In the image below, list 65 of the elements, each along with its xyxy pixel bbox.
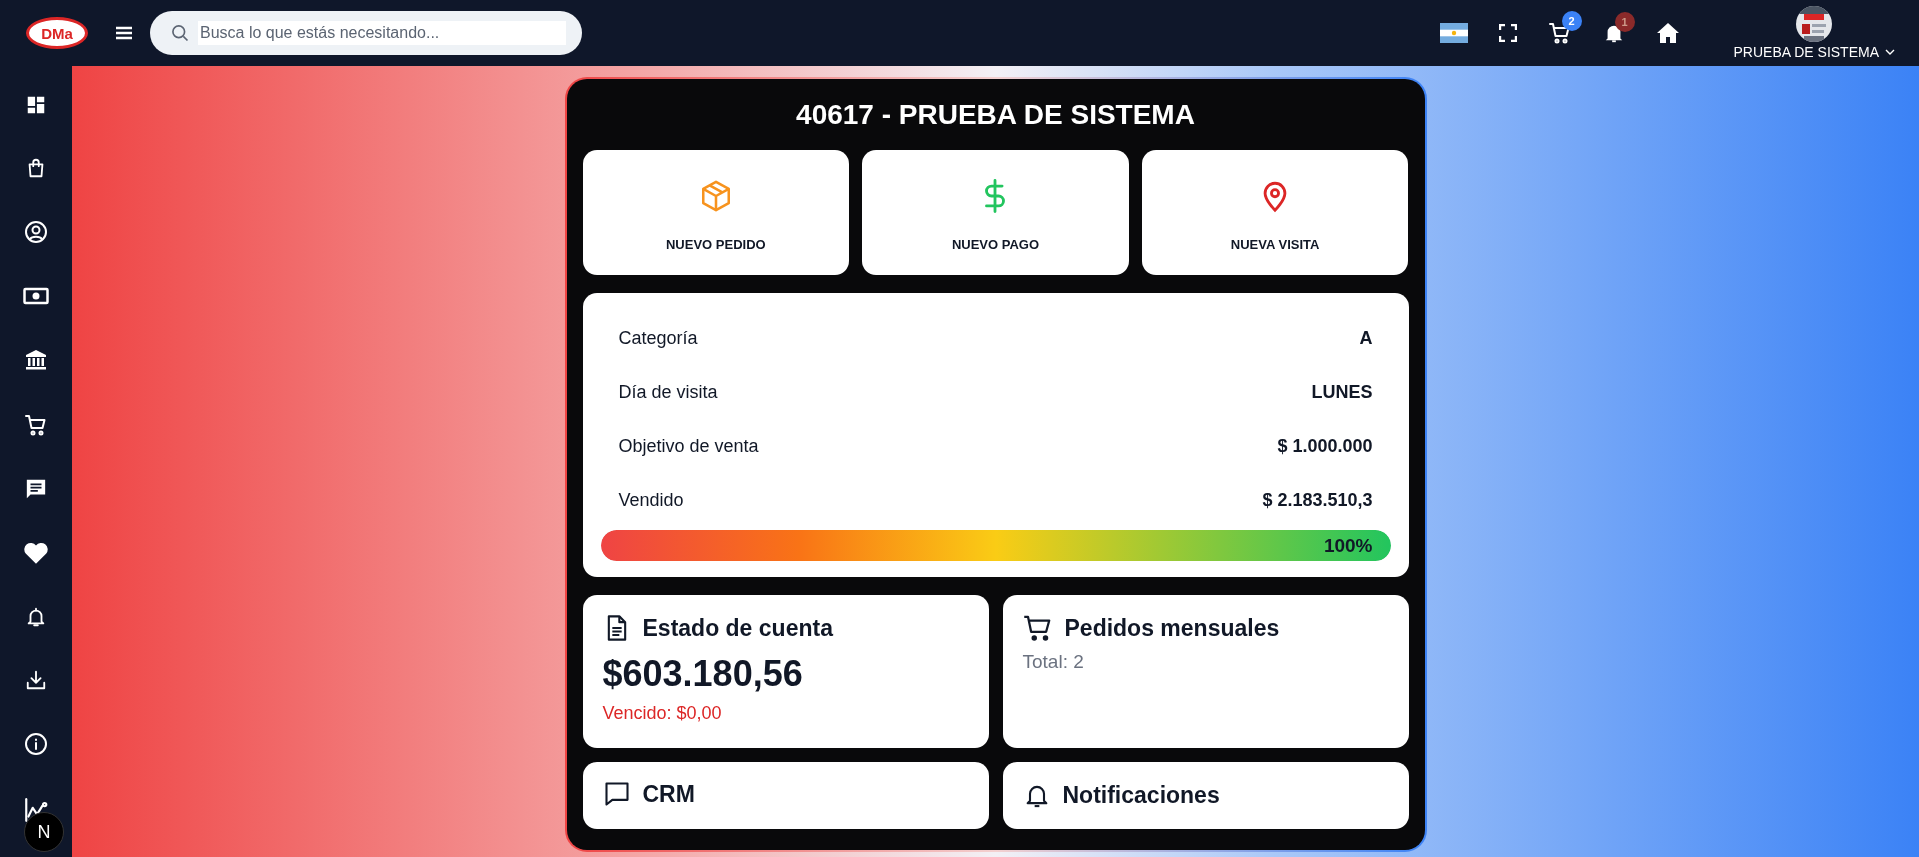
sidebar-item[interactable]	[23, 541, 49, 565]
notifications-button[interactable]: 1	[1602, 12, 1635, 44]
card-title: Estado de cuenta	[642, 614, 833, 642]
summary-card[interactable]: Notificaciones	[1002, 762, 1409, 829]
dashboard-icon	[25, 94, 47, 116]
order-total: Total: 2	[1022, 651, 1085, 673]
chat-icon	[602, 780, 631, 808]
sidebar-item[interactable]	[24, 220, 48, 244]
fullscreen-button[interactable]	[1498, 24, 1517, 42]
search-field[interactable]: Busca lo que estás necesitando...	[150, 11, 582, 55]
user-menu[interactable]: PRUEBA DE SISTEMA	[1733, 6, 1895, 60]
detail-value: A	[1359, 327, 1373, 349]
sidebar-item[interactable]	[24, 348, 48, 372]
action-button[interactable]: NUEVO PAGO	[862, 150, 1129, 275]
menu-button[interactable]	[114, 25, 134, 41]
home-icon	[1655, 22, 1680, 44]
card-title: Notificaciones	[1062, 781, 1220, 809]
overdue-amount: Vencido: $0,00	[602, 703, 723, 724]
sidebar-item[interactable]	[23, 797, 49, 823]
detail-label: Día de visita	[618, 381, 718, 403]
detail-value: $ 1.000.000	[1277, 435, 1373, 457]
banknote-icon	[23, 285, 49, 307]
summary-card[interactable]: Estado de cuenta $603.180,56 Vencido: $0,00	[582, 595, 989, 748]
chart-icon	[23, 797, 49, 823]
detail-label: Vendido	[618, 489, 684, 511]
summary-card[interactable]: CRM	[582, 762, 989, 829]
sidebar-item[interactable]	[24, 732, 48, 756]
chevron-down-icon	[1885, 49, 1895, 55]
sidebar-item[interactable]	[23, 285, 49, 307]
sidebar-item[interactable]	[25, 606, 47, 628]
info-icon	[24, 732, 48, 756]
sidebar-item[interactable]	[25, 669, 47, 691]
detail-label: Objetivo de venta	[618, 435, 759, 457]
user-icon	[24, 220, 48, 244]
card-title: CRM	[642, 780, 695, 808]
message-icon	[25, 478, 47, 500]
home-button[interactable]	[1655, 22, 1680, 44]
sidebar-item[interactable]	[25, 478, 47, 500]
bell-icon	[25, 606, 47, 628]
sidebar-item[interactable]	[25, 94, 47, 116]
action-button[interactable]: NUEVO PEDIDO	[582, 150, 850, 275]
progress-reading: 100%	[1323, 534, 1373, 558]
cart-count-badge: 2	[1561, 11, 1582, 31]
client-title: 40617 - PRUEBA DE SISTEMA	[795, 98, 1196, 132]
summary-card[interactable]: Pedidos mensuales Total: 2	[1002, 595, 1409, 748]
detail-value: LUNES	[1311, 381, 1373, 403]
download-icon	[25, 669, 47, 691]
cart-button[interactable]: 2	[1547, 11, 1582, 45]
sidebar-item[interactable]	[24, 413, 48, 437]
detail-label: Categoría	[618, 327, 698, 349]
card-title: Pedidos mensuales	[1064, 614, 1280, 642]
menu-icon	[114, 25, 134, 41]
detail-value: $ 2.183.510,3	[1262, 489, 1373, 511]
bank-icon	[24, 348, 48, 372]
flag-icon[interactable]	[1439, 23, 1468, 43]
notification-count-badge: 1	[1614, 12, 1635, 32]
dev-tools-badge[interactable]: N	[24, 812, 64, 852]
logo[interactable]: DMa	[26, 17, 88, 49]
balance-amount: $603.180,56	[602, 653, 804, 695]
search-icon	[170, 23, 190, 43]
cart-icon	[24, 413, 48, 437]
fullscreen-icon	[1498, 24, 1517, 42]
action-button[interactable]: NUEVA VISITA	[1141, 150, 1409, 275]
heart-icon	[23, 541, 49, 565]
cart-icon	[1022, 613, 1053, 643]
